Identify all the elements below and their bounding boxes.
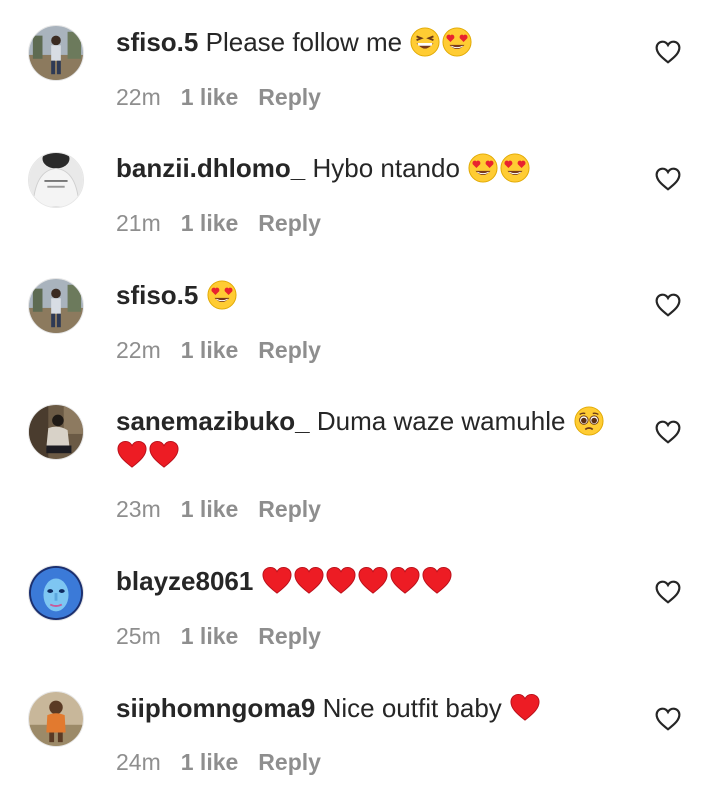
reply-button[interactable]: Reply: [258, 210, 321, 236]
red-heart-emoji: [358, 566, 388, 596]
comment-meta: 22m 1 like Reply: [116, 84, 321, 111]
like-count[interactable]: 1 like: [181, 84, 239, 110]
comment-body: siiphomngoma9 Nice outfit baby: [116, 691, 606, 725]
heart-eyes-emoji: [500, 153, 530, 183]
reply-button[interactable]: Reply: [258, 337, 321, 363]
like-count[interactable]: 1 like: [181, 496, 239, 522]
photo-person-outdoor-avatar[interactable]: [28, 25, 84, 81]
photo-child-avatar[interactable]: [28, 691, 84, 747]
red-heart-emoji: [294, 566, 324, 596]
heart-outline-icon[interactable]: [655, 707, 681, 731]
comment-timestamp: 22m: [116, 337, 161, 363]
photo-bw-shirt-avatar[interactable]: [28, 152, 84, 208]
reply-button[interactable]: Reply: [258, 496, 321, 522]
comment-text: Please follow me: [205, 27, 403, 57]
comment-body: blayze8061: [116, 564, 606, 598]
comment-body: banzii.dhlomo_ Hybo ntando: [116, 151, 606, 185]
username-link[interactable]: banzii.dhlomo_: [116, 153, 305, 183]
photo-person-outdoor-avatar[interactable]: [28, 278, 84, 334]
red-heart-emoji: [117, 440, 147, 470]
comment-meta: 21m 1 like Reply: [116, 210, 321, 237]
comment-text: Hybo ntando: [312, 153, 460, 183]
comment-body: sfiso.5 Please follow me: [116, 25, 606, 59]
reply-button[interactable]: Reply: [258, 84, 321, 110]
username-link[interactable]: sfiso.5: [116, 27, 198, 57]
heart-eyes-emoji: [468, 153, 498, 183]
heart-outline-icon[interactable]: [655, 580, 681, 604]
heart-eyes-emoji: [442, 27, 472, 57]
reply-button[interactable]: Reply: [258, 749, 321, 775]
heart-eyes-emoji: [207, 280, 237, 310]
reply-button[interactable]: Reply: [258, 623, 321, 649]
comment-timestamp: 25m: [116, 623, 161, 649]
comment-meta: 24m 1 like Reply: [116, 749, 321, 776]
username-link[interactable]: sanemazibuko_: [116, 406, 310, 436]
comment-timestamp: 21m: [116, 210, 161, 236]
comment-timestamp: 23m: [116, 496, 161, 522]
heart-outline-icon[interactable]: [655, 293, 681, 317]
red-heart-emoji: [510, 693, 540, 723]
like-count[interactable]: 1 like: [181, 210, 239, 236]
heart-outline-icon[interactable]: [655, 40, 681, 64]
comment-body: sfiso.5: [116, 278, 606, 312]
like-count[interactable]: 1 like: [181, 337, 239, 363]
grinning-squint-emoji: [410, 27, 440, 57]
pleading-face-emoji: [574, 406, 604, 436]
comment-timestamp: 22m: [116, 84, 161, 110]
like-count[interactable]: 1 like: [181, 749, 239, 775]
photo-blue-face-avatar[interactable]: [28, 565, 84, 621]
comment-text: Duma waze wamuhle: [316, 406, 566, 436]
heart-outline-icon[interactable]: [655, 420, 681, 444]
username-link[interactable]: blayze8061: [116, 566, 253, 596]
comment-meta: 22m 1 like Reply: [116, 337, 321, 364]
username-link[interactable]: siiphomngoma9: [116, 693, 315, 723]
comment-meta: 25m 1 like Reply: [116, 623, 321, 650]
comment-body: sanemazibuko_ Duma waze wamuhle: [116, 404, 606, 472]
photo-person-sitting-avatar[interactable]: [28, 404, 84, 460]
like-count[interactable]: 1 like: [181, 623, 239, 649]
red-heart-emoji: [326, 566, 356, 596]
red-heart-emoji: [390, 566, 420, 596]
red-heart-emoji: [422, 566, 452, 596]
red-heart-emoji: [149, 440, 179, 470]
red-heart-emoji: [262, 566, 292, 596]
comment-timestamp: 24m: [116, 749, 161, 775]
username-link[interactable]: sfiso.5: [116, 280, 198, 310]
comment-meta: 23m 1 like Reply: [116, 496, 321, 523]
heart-outline-icon[interactable]: [655, 167, 681, 191]
comment-text: Nice outfit baby: [322, 693, 502, 723]
